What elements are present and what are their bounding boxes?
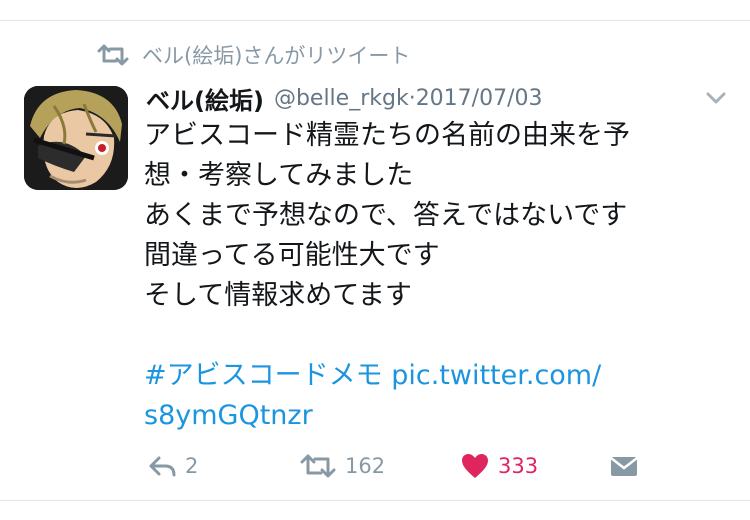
tweet-text-line: そして情報求めてます [144,280,412,311]
hashtag-link[interactable]: #アビスコードメモ [144,360,383,391]
tweet-header: ベル(絵垢) @belle_rkgk · 2017/07/03 [146,80,543,116]
tweet-text-line: 想・考察してみました [144,160,414,191]
like-count: 333 [498,454,539,478]
chevron-down-icon[interactable] [704,90,728,106]
tweet-text: アビスコード精霊たちの名前の由来を予 想・考察してみました あくまで予想なので、… [144,116,704,436]
reply-count: 2 [185,454,199,478]
media-link[interactable]: pic.twitter.com/ [391,360,601,391]
author-name[interactable]: ベル(絵垢) [146,81,264,116]
retweet-button[interactable]: 162 [299,446,385,486]
tweet-date[interactable]: 2017/07/03 [416,86,543,111]
direct-message-button[interactable] [608,446,640,486]
reply-icon [149,456,176,477]
like-button[interactable]: 333 [460,446,538,486]
avatar[interactable] [24,86,128,190]
retweet-count: 162 [345,454,386,478]
tweet-text-line: 間違ってる可能性大です [144,240,440,271]
tweet-text-line: アビスコード精霊たちの名前の由来を予 [144,120,630,151]
retweet-icon [97,44,129,66]
media-link-continued[interactable]: s8ymGQtnzr [144,400,313,431]
avatar-illustration [24,86,128,190]
retweet-context[interactable]: ベル(絵垢)さんがリツイート [96,40,410,70]
top-divider [0,20,750,21]
direct-message-icon [610,457,638,476]
retweet-icon [300,454,336,478]
tweet-text-line: あくまで予想なので、答えではないです [144,200,628,231]
action-bar: 2 162 333 [0,446,750,486]
retweet-context-text: ベル(絵垢)さんがリツイート [142,44,411,68]
heart-icon [462,454,488,478]
reply-button[interactable]: 2 [147,446,198,486]
author-handle[interactable]: @belle_rkgk [274,86,409,111]
hashtag-link-line: #アビスコードメモ pic.twitter.com/ [144,356,704,396]
media-link-line: s8ymGQtnzr [144,396,704,436]
bottom-divider [0,500,750,501]
date-separator: · [408,85,416,111]
